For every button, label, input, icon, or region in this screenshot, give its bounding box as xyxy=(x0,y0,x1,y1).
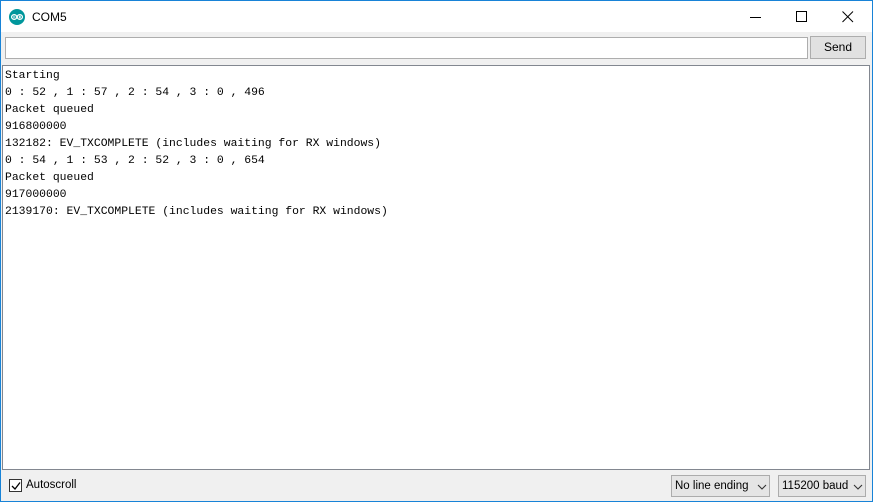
maximize-icon xyxy=(796,11,807,22)
serial-input[interactable] xyxy=(5,37,808,59)
chevron-down-icon xyxy=(757,484,767,490)
output-line: 0 : 52 , 1 : 57 , 2 : 54 , 3 : 0 , 496 xyxy=(5,87,265,99)
baud-rate-value: 115200 baud xyxy=(782,480,849,492)
output-line: 917000000 xyxy=(5,189,67,201)
output-line: Packet queued xyxy=(5,104,94,116)
chevron-down-icon xyxy=(853,484,863,490)
checkmark-icon xyxy=(11,482,21,490)
serial-monitor-window: COM5 Send Starting 0 : 52 , 1 : 57 , 2 :… xyxy=(0,0,873,502)
line-ending-value: No line ending xyxy=(675,480,749,492)
line-ending-select[interactable]: No line ending xyxy=(671,475,770,497)
serial-output[interactable]: Starting 0 : 52 , 1 : 57 , 2 : 54 , 3 : … xyxy=(2,65,870,470)
autoscroll-label[interactable]: Autoscroll xyxy=(26,478,77,493)
window-title: COM5 xyxy=(32,10,67,24)
close-button[interactable] xyxy=(825,1,871,32)
close-icon xyxy=(842,11,854,23)
output-line: Starting xyxy=(5,70,60,82)
output-line: 916800000 xyxy=(5,121,67,133)
baud-rate-select[interactable]: 115200 baud xyxy=(778,475,866,497)
maximize-button[interactable] xyxy=(779,1,825,32)
output-line: 132182: EV_TXCOMPLETE (includes waiting … xyxy=(5,138,381,150)
minimize-button[interactable] xyxy=(733,1,779,32)
arduino-icon xyxy=(9,9,25,25)
output-line: Packet queued xyxy=(5,172,94,184)
title-bar[interactable]: COM5 xyxy=(1,1,872,32)
output-line: 2139170: EV_TXCOMPLETE (includes waiting… xyxy=(5,206,388,218)
minimize-icon xyxy=(750,17,761,18)
autoscroll-checkbox[interactable] xyxy=(9,479,22,492)
output-line: 0 : 54 , 1 : 53 , 2 : 52 , 3 : 0 , 654 xyxy=(5,155,265,167)
send-button[interactable]: Send xyxy=(810,36,866,59)
